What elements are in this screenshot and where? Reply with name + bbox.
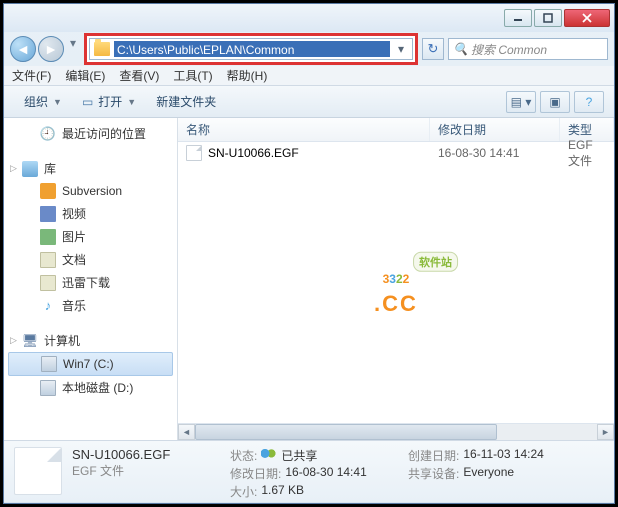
view-options-button[interactable]: ▤ ▾ [506, 91, 536, 113]
file-list: 名称 修改日期 类型 SN-U10066.EGF 16-08-30 14:41 … [178, 118, 614, 440]
minimize-button[interactable] [504, 9, 532, 27]
file-icon [186, 145, 202, 161]
tree-svn[interactable]: Subversion [4, 180, 177, 202]
tree-pictures[interactable]: 图片 [4, 225, 177, 248]
help-icon-button[interactable]: ? [574, 91, 604, 113]
scroll-thumb[interactable] [195, 424, 497, 440]
nav-row: ◄ ► ▾ C:\Users\Public\EPLAN\Common ▾ ↻ 🔍… [4, 32, 614, 66]
nav-history-dropdown[interactable]: ▾ [66, 36, 80, 50]
new-folder-button[interactable]: 新建文件夹 [146, 90, 226, 113]
tree-xunlei[interactable]: 迅雷下载 [4, 271, 177, 294]
tree-docs[interactable]: 文档 [4, 248, 177, 271]
details-pane: SN-U10066.EGF EGF 文件 状态:已共享 创建日期:16-11-0… [4, 440, 614, 502]
status-label: 状态: [230, 447, 257, 463]
toolbar: 组织▼ ▭打开▼ 新建文件夹 ▤ ▾ ▣ ? [4, 86, 614, 118]
video-icon [40, 206, 56, 222]
scroll-right-button[interactable]: ► [597, 424, 614, 440]
menubar: 文件(F) 编辑(E) 查看(V) 工具(T) 帮助(H) [4, 66, 614, 86]
recent-icon: 🕘 [40, 126, 56, 142]
drive-icon [40, 380, 56, 396]
refresh-button[interactable]: ↻ [422, 38, 444, 60]
created-label: 创建日期: [408, 447, 459, 463]
forward-button[interactable]: ► [38, 36, 64, 62]
created-value: 16-11-03 14:24 [463, 447, 544, 463]
shared-value: Everyone [463, 465, 514, 481]
svn-icon [40, 183, 56, 199]
status-value: 已共享 [281, 447, 317, 463]
scroll-left-button[interactable]: ◄ [178, 424, 195, 440]
address-dropdown-icon[interactable]: ▾ [394, 42, 408, 56]
tree-recent[interactable]: 🕘最近访问的位置 [4, 122, 177, 145]
menu-view[interactable]: 查看(V) [119, 67, 159, 84]
address-highlight: C:\Users\Public\EPLAN\Common ▾ [84, 33, 418, 65]
tree-music[interactable]: ♪音乐 [4, 294, 177, 317]
tree-library[interactable]: ▷库 [4, 157, 177, 180]
drive-icon [41, 356, 57, 372]
expand-icon[interactable]: ▷ [10, 163, 17, 174]
back-button[interactable]: ◄ [10, 36, 36, 62]
tree-d-drive[interactable]: 本地磁盘 (D:) [4, 376, 177, 399]
address-text[interactable]: C:\Users\Public\EPLAN\Common [114, 41, 390, 57]
shared-label: 共享设备: [408, 465, 459, 481]
col-modified[interactable]: 修改日期 [430, 118, 560, 141]
music-icon: ♪ [40, 298, 56, 314]
address-bar[interactable]: C:\Users\Public\EPLAN\Common ▾ [89, 38, 413, 60]
file-row[interactable]: SN-U10066.EGF 16-08-30 14:41 EGF 文件 [178, 142, 614, 164]
size-value: 1.67 KB [261, 483, 304, 499]
tree-video[interactable]: 视频 [4, 202, 177, 225]
pictures-icon [40, 229, 56, 245]
size-label: 大小: [230, 483, 257, 499]
col-name[interactable]: 名称 [178, 118, 430, 141]
organize-button[interactable]: 组织▼ [14, 90, 72, 113]
share-icon [261, 447, 277, 463]
menu-tools[interactable]: 工具(T) [173, 67, 212, 84]
details-filename: SN-U10066.EGF [72, 447, 222, 462]
open-button[interactable]: ▭打开▼ [72, 90, 146, 113]
search-placeholder: 搜索 Common [471, 41, 547, 58]
file-modified: 16-08-30 14:41 [430, 146, 560, 160]
tree-computer[interactable]: ▷🖥计算机 [4, 329, 177, 352]
folder-icon [94, 42, 110, 56]
explorer-window: ◄ ► ▾ C:\Users\Public\EPLAN\Common ▾ ↻ 🔍… [3, 3, 615, 504]
menu-help[interactable]: 帮助(H) [227, 67, 268, 84]
computer-icon: 🖥 [22, 333, 38, 349]
maximize-button[interactable] [534, 9, 562, 27]
docs-icon [40, 252, 56, 268]
search-input[interactable]: 🔍 搜索 Common [448, 38, 608, 60]
modified-value: 16-08-30 14:41 [285, 465, 366, 481]
menu-file[interactable]: 文件(F) [12, 67, 51, 84]
titlebar [4, 4, 614, 32]
column-header: 名称 修改日期 类型 [178, 118, 614, 142]
nav-tree: 🕘最近访问的位置 ▷库 Subversion 视频 图片 文档 迅雷下载 ♪音乐… [4, 118, 178, 440]
search-icon: 🔍 [453, 42, 467, 56]
scroll-track[interactable] [195, 424, 597, 440]
preview-pane-button[interactable]: ▣ [540, 91, 570, 113]
close-button[interactable] [564, 9, 610, 27]
menu-edit[interactable]: 编辑(E) [65, 67, 105, 84]
modified-label: 修改日期: [230, 465, 281, 481]
details-file-icon [14, 447, 62, 495]
file-name: SN-U10066.EGF [208, 146, 299, 160]
h-scrollbar[interactable]: ◄ ► [178, 423, 614, 440]
library-icon [22, 161, 38, 177]
watermark: 3322 软件站 .CC [374, 254, 418, 317]
file-type: EGF 文件 [560, 138, 614, 169]
expand-icon[interactable]: ▷ [10, 335, 17, 346]
xunlei-icon [40, 275, 56, 291]
tree-c-drive[interactable]: Win7 (C:) [8, 352, 173, 376]
